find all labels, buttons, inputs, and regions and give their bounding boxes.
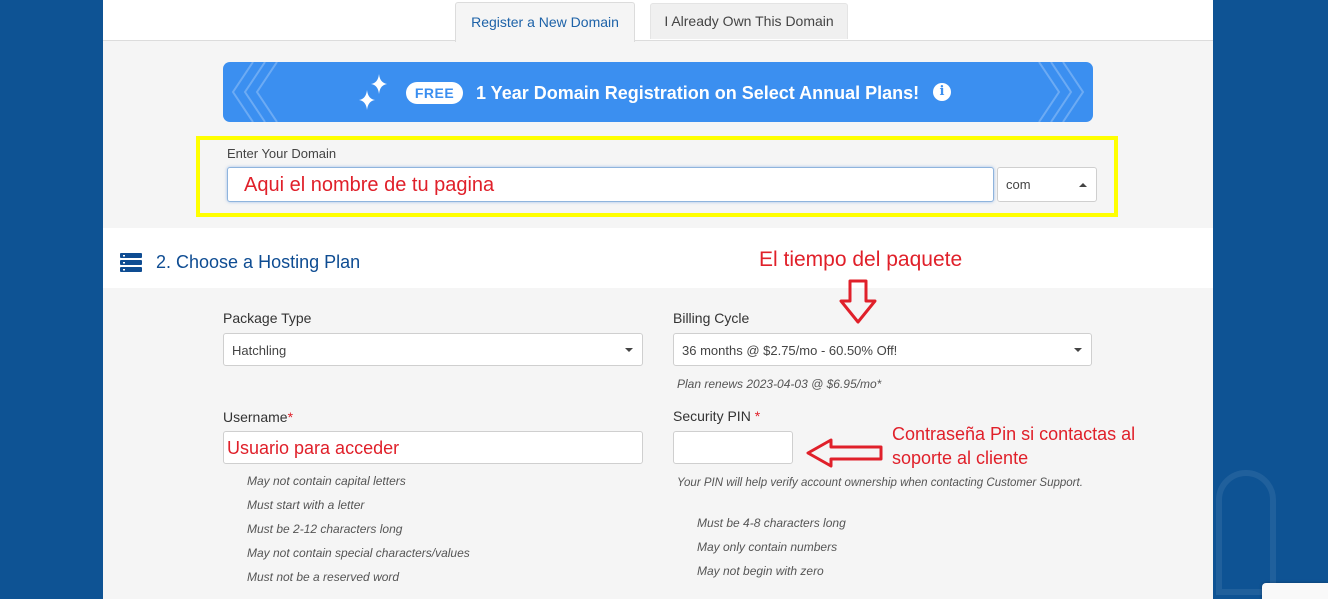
tld-select[interactable]: com	[997, 167, 1097, 202]
security-pin-input[interactable]	[673, 431, 793, 464]
tab-already-own-domain[interactable]: I Already Own This Domain	[650, 3, 848, 39]
server-stack-icon	[120, 253, 142, 272]
domain-highlight-box: Enter Your Domain Aqui el nombre de tu p…	[196, 136, 1118, 217]
recaptcha-badge[interactable]	[1262, 583, 1328, 599]
domain-tabs: Register a New Domain I Already Own This…	[103, 0, 1213, 42]
pin-rule: May only contain numbers	[697, 540, 838, 554]
tld-select-value: com	[1006, 177, 1031, 192]
domain-label: Enter Your Domain	[227, 146, 337, 161]
username-rule: May not contain special characters/value…	[247, 546, 470, 560]
chevron-pattern-right	[1038, 62, 1085, 122]
annotation-pin-line2: soporte al cliente	[892, 448, 1029, 468]
username-rule: Must be 2-12 characters long	[247, 522, 403, 536]
sparkle-icon	[359, 74, 387, 110]
username-label: Username*	[223, 409, 293, 425]
username-rule: Must start with a letter	[247, 498, 365, 512]
plan-renew-note: Plan renews 2023-04-03 @ $6.95/mo*	[677, 377, 882, 391]
pin-rule: May not begin with zero	[697, 564, 824, 578]
security-pin-label: Security PIN *	[673, 408, 760, 424]
required-mark: *	[287, 409, 294, 425]
security-pin-label-text: Security PIN	[673, 408, 751, 424]
info-circle-icon[interactable]: i	[933, 83, 951, 101]
arrow-down-icon	[839, 279, 877, 324]
annotation-pin-note: Contraseña Pin si contactas al soporte a…	[892, 422, 1135, 470]
promo-text: 1 Year Domain Registration on Select Ann…	[476, 83, 920, 103]
username-label-text: Username	[223, 409, 288, 425]
username-rule: May not contain capital letters	[247, 474, 406, 488]
domain-input[interactable]: Aqui el nombre de tu pagina	[227, 167, 994, 202]
caret-down-icon	[625, 348, 633, 352]
pin-help-text: Your PIN will help verify account owners…	[677, 477, 1083, 489]
username-input-value: Usuario para acceder	[227, 438, 400, 458]
billing-cycle-label: Billing Cycle	[673, 310, 750, 326]
username-input[interactable]: Usuario para acceder	[223, 431, 643, 464]
tab-register-new-domain[interactable]: Register a New Domain	[455, 2, 635, 42]
arrow-left-icon	[806, 438, 883, 468]
package-type-select[interactable]: Hatchling	[223, 333, 643, 366]
package-type-label: Package Type	[223, 310, 312, 326]
promo-banner: FREE 1 Year Domain Registration on Selec…	[223, 62, 1093, 122]
annotation-pin-line1: Contraseña Pin si contactas al	[892, 424, 1136, 444]
caret-up-icon	[1079, 183, 1087, 187]
signup-panel: Register a New Domain I Already Own This…	[103, 0, 1213, 599]
annotation-billing-time: El tiempo del paquete	[759, 248, 963, 271]
package-type-value: Hatchling	[232, 343, 287, 358]
section-title: 2. Choose a Hosting Plan	[156, 252, 361, 272]
billing-cycle-value: 36 months @ $2.75/mo - 60.50% Off!	[682, 343, 898, 358]
hosting-plan-section-header: 2. Choose a Hosting Plan	[103, 228, 1213, 288]
pin-rule: Must be 4-8 characters long	[697, 516, 846, 530]
domain-input-value: Aqui el nombre de tu pagina	[244, 174, 495, 196]
username-rule: Must not be a reserved word	[247, 570, 400, 584]
required-mark: *	[754, 408, 761, 424]
free-badge: FREE	[406, 82, 463, 104]
chevron-pattern-left	[231, 62, 278, 122]
caret-down-icon	[1074, 348, 1082, 352]
background-decoration	[1216, 470, 1276, 595]
billing-cycle-select[interactable]: 36 months @ $2.75/mo - 60.50% Off!	[673, 333, 1092, 366]
